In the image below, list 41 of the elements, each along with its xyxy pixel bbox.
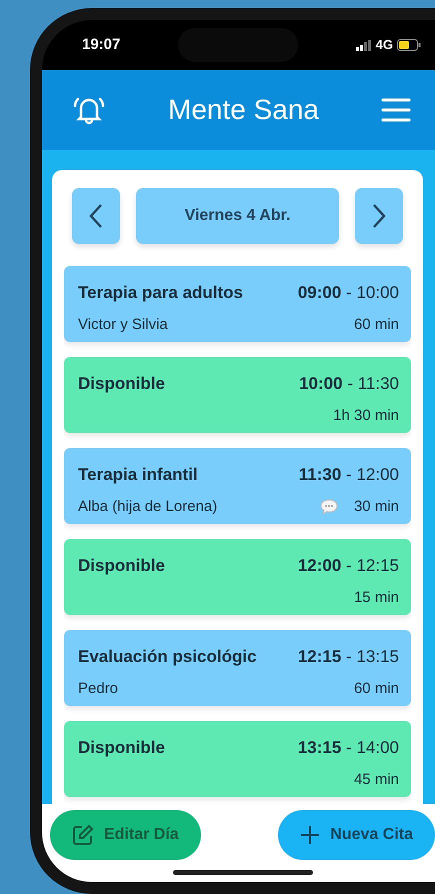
menu-icon[interactable] — [381, 97, 411, 123]
time-range: 12:15 - 13:15 — [298, 646, 399, 668]
pencil-icon — [72, 824, 94, 846]
appointment-card[interactable]: Terapia infantil 11:30 - 12:00 Alba (hija de Lorena) 30 min — [64, 448, 411, 524]
previous-day-button[interactable] — [72, 188, 120, 244]
duration-label: 15 min — [354, 588, 399, 608]
entry-title: Disponible — [78, 373, 165, 395]
available-slot-card[interactable]: Disponible 12:00 - 12:15 15 min — [64, 539, 411, 615]
entry-title: Evaluación psicológic — [78, 646, 257, 668]
client-name: Victor y Silvia — [78, 314, 168, 334]
time-range: 09:00 - 10:00 — [298, 282, 399, 304]
status-time: 19:07 — [82, 34, 120, 55]
new-appointment-button[interactable]: Nueva Cita — [278, 810, 435, 860]
time-range: 12:00 - 12:15 — [298, 555, 399, 577]
entry-title: Terapia infantil — [78, 464, 198, 486]
appointment-card[interactable]: Terapia para adultos 09:00 - 10:00 Victor y Silvia 60 min — [64, 266, 411, 342]
plus-icon — [300, 825, 320, 845]
time-range: 10:00 - 11:30 — [299, 373, 399, 395]
signal-icon — [356, 40, 372, 50]
duration-label: 60 min — [354, 314, 399, 334]
duration-label: 30 min — [354, 496, 399, 516]
available-slot-card[interactable]: Disponible 13:15 - 14:00 45 min — [64, 721, 411, 797]
time-range: 13:15 - 14:00 — [298, 737, 399, 759]
entry-title: Terapia para adultos — [78, 282, 244, 304]
date-button[interactable]: Viernes 4 Abr. — [136, 188, 339, 244]
client-name: Pedro — [78, 678, 118, 698]
appointment-card[interactable]: Evaluación psicológic 12:15 - 13:15 Pedro 60 min — [64, 630, 411, 706]
battery-icon — [397, 39, 421, 51]
duration-label: 1h 30 min — [333, 406, 399, 426]
next-day-button[interactable] — [355, 188, 403, 244]
chevron-right-icon — [372, 203, 386, 229]
network-label: 4G — [376, 36, 393, 54]
available-slot-card[interactable]: Disponible 10:00 - 11:30 1h 30 min — [64, 357, 411, 433]
duration-label: 45 min — [354, 770, 399, 790]
time-range: 11:30 - 12:00 — [298, 464, 399, 486]
entry-title: Disponible — [78, 737, 165, 759]
chevron-left-icon — [89, 203, 103, 229]
duration-label: 60 min — [354, 678, 399, 698]
app-title: Mente Sana — [168, 93, 319, 127]
client-name: Alba (hija de Lorena) — [78, 496, 218, 516]
entry-title: Disponible — [78, 555, 165, 577]
